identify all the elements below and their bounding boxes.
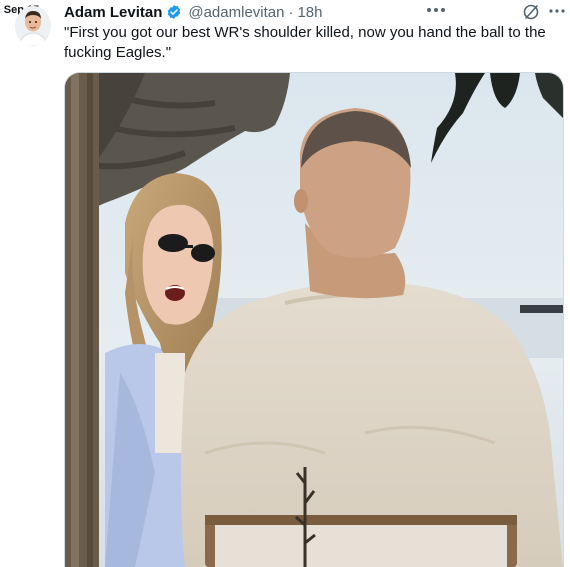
tweet-photo[interactable] [64,72,564,567]
photo-image [65,73,563,567]
separator-dot: · [288,3,294,21]
grok-icon[interactable] [522,3,540,21]
tweet-header: Adam Levitan @adamlevitan · 18h [64,2,323,22]
more-icon[interactable] [425,0,447,20]
author-name[interactable]: Adam Levitan [64,4,162,21]
author-handle[interactable]: @adamlevitan [188,4,284,21]
avatar[interactable] [15,6,51,46]
overflow-menu-icon[interactable] [548,2,566,20]
tweet-text: "First you got our best WR's shoulder ki… [64,24,546,61]
tweet-timestamp[interactable]: 18h [297,4,322,21]
avatar-image [15,6,51,46]
verified-badge-icon [166,4,182,20]
